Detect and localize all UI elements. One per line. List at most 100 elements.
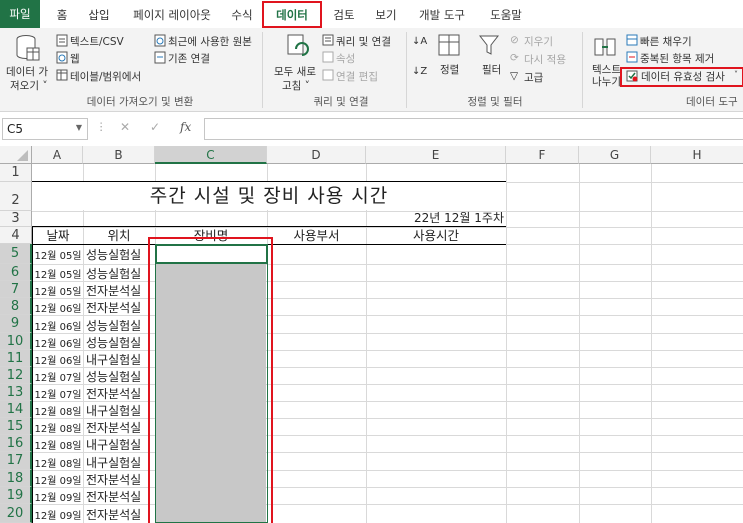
get-data-button-line2[interactable]: 져오기 ˅ <box>10 78 48 93</box>
text-to-columns-button-line2[interactable]: 나누기 <box>592 74 621 89</box>
date-cell[interactable]: 12월 06일 <box>33 352 83 367</box>
date-cell[interactable]: 12월 08일 <box>33 437 83 452</box>
confirm-icon[interactable]: ✓ <box>150 120 160 134</box>
date-cell[interactable]: 12월 05일 <box>33 266 83 281</box>
tab-file[interactable]: 파일 <box>0 0 40 28</box>
header-date[interactable]: 날짜 <box>33 227 83 245</box>
table-range-button[interactable]: 테이블/범위에서 <box>70 69 141 84</box>
cancel-icon[interactable]: ✕ <box>120 120 130 134</box>
refresh-all-button[interactable]: 모두 새로 <box>274 64 316 79</box>
tab-data[interactable]: 데이터 <box>270 4 314 28</box>
recent-sources-button[interactable]: 최근에 사용한 원본 <box>168 34 252 49</box>
date-cell[interactable]: 12월 06일 <box>33 335 83 350</box>
row-header-3[interactable]: 3 <box>0 211 32 227</box>
date-cell[interactable]: 12월 05일 <box>33 283 83 298</box>
row-header-4[interactable]: 4 <box>0 227 32 244</box>
location-cell[interactable]: 내구실험실 <box>86 351 154 368</box>
row-header-18[interactable]: 18 <box>0 470 32 487</box>
date-cell[interactable]: 12월 08일 <box>33 420 83 435</box>
advanced-button[interactable]: 고급 <box>524 70 543 85</box>
row-header-15[interactable]: 15 <box>0 418 32 435</box>
row-header-19[interactable]: 19 <box>0 487 32 504</box>
chevron-down-icon[interactable]: ▼ <box>76 123 82 132</box>
remove-duplicates-button[interactable]: 중복된 항목 제거 <box>640 51 714 66</box>
date-cell[interactable]: 12월 05일 <box>33 247 83 262</box>
location-cell[interactable]: 성능실험실 <box>86 265 154 282</box>
location-cell[interactable]: 성능실험실 <box>86 317 154 334</box>
header-time[interactable]: 사용시간 <box>366 227 506 245</box>
date-cell[interactable]: 12월 08일 <box>33 455 83 470</box>
sort-descending-icon[interactable]: ↓Z <box>412 66 427 77</box>
column-header-e[interactable]: E <box>366 146 506 164</box>
header-department[interactable]: 사용부서 <box>267 227 366 245</box>
row-header-7[interactable]: 7 <box>0 281 32 298</box>
week-label[interactable]: 22년 12월 1주차 <box>400 211 504 226</box>
reapply-button[interactable]: 다시 적용 <box>524 52 566 67</box>
tab-view[interactable]: 보기 <box>372 4 400 28</box>
location-cell[interactable]: 내구실험실 <box>86 436 154 453</box>
row-header-6[interactable]: 6 <box>0 264 32 281</box>
location-cell[interactable]: 전자분석실 <box>86 282 154 299</box>
tab-formulas[interactable]: 수식 <box>227 4 257 28</box>
column-header-b[interactable]: B <box>83 146 155 164</box>
date-cell[interactable]: 12월 06일 <box>33 318 83 333</box>
row-header-8[interactable]: 8 <box>0 298 32 315</box>
row-header-14[interactable]: 14 <box>0 401 32 418</box>
formula-input[interactable] <box>204 118 743 140</box>
tab-review[interactable]: 검토 <box>330 4 358 28</box>
location-cell[interactable]: 내구실험실 <box>86 454 154 471</box>
location-cell[interactable]: 전자분석실 <box>86 419 154 436</box>
flash-fill-button[interactable]: 빠른 채우기 <box>640 34 692 49</box>
location-cell[interactable]: 성능실험실 <box>86 368 154 385</box>
edit-links-button[interactable]: 연결 편집 <box>336 69 378 84</box>
sort-button[interactable]: 정렬 <box>440 62 459 77</box>
row-header-12[interactable]: 12 <box>0 367 32 384</box>
select-all-corner[interactable] <box>0 146 32 164</box>
row-header-20[interactable]: 20 <box>0 504 32 523</box>
sort-ascending-icon[interactable]: ↓A <box>412 36 427 47</box>
location-cell[interactable]: 전자분석실 <box>86 506 154 523</box>
queries-connections-button[interactable]: 쿼리 및 연결 <box>336 34 391 49</box>
active-cell-c5[interactable] <box>155 244 268 264</box>
properties-button[interactable]: 속성 <box>336 51 355 66</box>
row-header-13[interactable]: 13 <box>0 384 32 401</box>
date-cell[interactable]: 12월 07일 <box>33 369 83 384</box>
column-header-h[interactable]: H <box>651 146 743 164</box>
column-header-d[interactable]: D <box>267 146 366 164</box>
date-cell[interactable]: 12월 07일 <box>33 386 83 401</box>
tab-home[interactable]: 홈 <box>50 4 74 28</box>
row-header-17[interactable]: 17 <box>0 452 32 470</box>
location-cell[interactable]: 성능실험실 <box>86 246 154 263</box>
location-cell[interactable]: 전자분석실 <box>86 299 154 316</box>
row-header-1[interactable]: 1 <box>0 164 32 182</box>
column-header-g[interactable]: G <box>579 146 651 164</box>
header-equipment[interactable]: 장비명 <box>155 227 267 245</box>
name-box[interactable]: C5 ▼ <box>2 118 88 140</box>
tab-page-layout[interactable]: 페이지 레이아웃 <box>126 4 218 28</box>
web-button[interactable]: 웹 <box>70 51 80 66</box>
refresh-all-button-line2[interactable]: 고침 ˅ <box>282 78 310 93</box>
location-cell[interactable]: 전자분석실 <box>86 488 154 505</box>
column-header-c[interactable]: C <box>155 146 267 164</box>
date-cell[interactable]: 12월 06일 <box>33 300 83 315</box>
header-location[interactable]: 위치 <box>83 227 155 245</box>
date-cell[interactable]: 12월 08일 <box>33 403 83 418</box>
column-header-a[interactable]: A <box>32 146 83 164</box>
date-cell[interactable]: 12월 09일 <box>33 472 83 487</box>
chevron-down-icon[interactable]: ˅ <box>734 70 738 79</box>
insert-function-icon[interactable]: fx <box>180 120 191 134</box>
row-header-9[interactable]: 9 <box>0 315 32 333</box>
clear-button[interactable]: 지우기 <box>524 34 553 49</box>
column-header-f[interactable]: F <box>506 146 579 164</box>
location-cell[interactable]: 내구실험실 <box>86 402 154 419</box>
get-data-button[interactable]: 데이터 가 <box>6 64 48 79</box>
data-validation-button[interactable]: 데이터 유효성 검사 <box>641 69 725 84</box>
worksheet-grid[interactable]: A B C D E F G H 1 2 3 4 5 6 7 8 9 10 11 … <box>0 146 743 523</box>
existing-connections-button[interactable]: 기존 연결 <box>168 51 210 66</box>
tab-insert[interactable]: 삽입 <box>84 4 114 28</box>
row-header-2[interactable]: 2 <box>0 182 32 211</box>
filter-button[interactable]: 필터 <box>482 62 501 77</box>
row-header-16[interactable]: 16 <box>0 435 32 452</box>
date-cell[interactable]: 12월 09일 <box>33 489 83 504</box>
location-cell[interactable]: 전자분석실 <box>86 385 154 402</box>
